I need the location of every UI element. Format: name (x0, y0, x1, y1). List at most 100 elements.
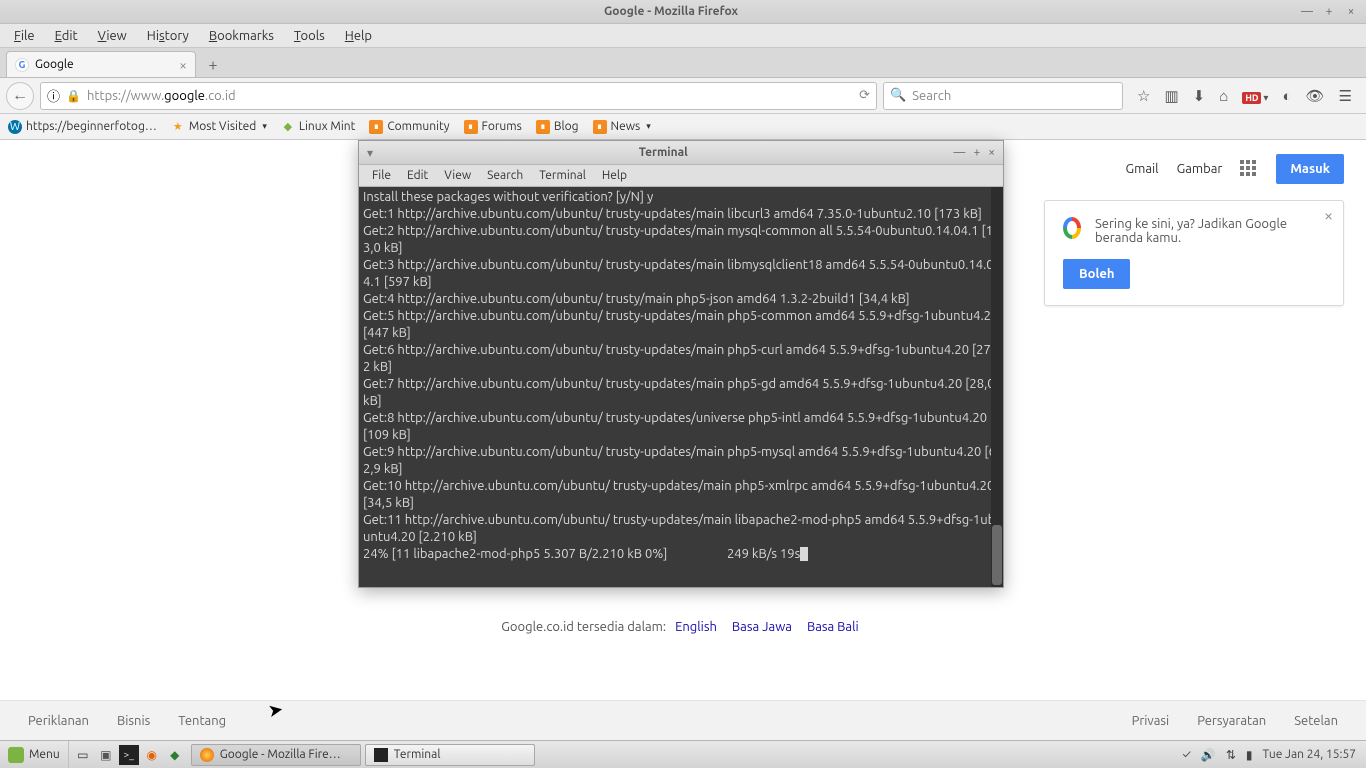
downloads-button[interactable]: ⬇ (1193, 87, 1206, 105)
menu-bookmarks[interactable]: Bookmarks (201, 27, 282, 45)
firefox-launcher-icon[interactable]: ◉ (142, 745, 162, 765)
start-menu-button[interactable]: Menu (0, 741, 69, 768)
pocket-button[interactable]: ◐ (1282, 87, 1291, 105)
extension-button[interactable]: 👁 (1306, 87, 1325, 105)
url-text: https://www.google.co.id (87, 89, 236, 103)
home-button[interactable]: ⌂ (1219, 87, 1228, 105)
terminal-launcher-icon[interactable]: >_ (119, 745, 139, 765)
footer-link[interactable]: Privasi (1132, 714, 1170, 728)
browser-tab-google[interactable]: G Google × (6, 51, 196, 77)
network-icon[interactable]: ⇅ (1226, 748, 1236, 762)
terminal-maximize-button[interactable]: + (973, 146, 980, 159)
menu-view[interactable]: View (90, 27, 135, 45)
terminal-close-button[interactable]: × (988, 146, 995, 159)
footer-link[interactable]: Periklanan (28, 714, 89, 728)
language-links: Google.co.id tersedia dalam: English Bas… (0, 620, 1366, 634)
gmail-link[interactable]: Gmail (1126, 162, 1159, 176)
tab-label: Google (35, 58, 173, 71)
search-bar[interactable]: 🔍 Search (883, 82, 1123, 110)
promo-close-button[interactable]: × (1324, 207, 1333, 225)
hd-badge-button[interactable]: HD▾ (1242, 87, 1268, 104)
clock[interactable]: Tue Jan 24, 15:57 (1263, 748, 1357, 761)
bookmark-item[interactable]: ∎ Forums (464, 120, 522, 134)
back-button[interactable]: ← (6, 82, 34, 110)
menu-tools[interactable]: Tools (286, 27, 333, 45)
menu-history[interactable]: History (139, 27, 197, 45)
terminal-scrollbar[interactable] (991, 187, 1003, 587)
new-tab-button[interactable]: + (200, 53, 226, 77)
url-bar[interactable]: ⓘ 🔒 https://www.google.co.id ⟳ (40, 82, 877, 110)
tab-close-button[interactable]: × (179, 57, 187, 73)
term-menu-help[interactable]: Help (595, 167, 634, 184)
bookmark-item[interactable]: Whttps://beginnerfotog… (8, 120, 157, 134)
terminal-icon (374, 748, 388, 762)
hamburger-menu-button[interactable]: ☰ (1339, 87, 1352, 105)
tray-indicator-icon[interactable]: ✓ (1182, 748, 1190, 761)
files-icon[interactable]: ▣ (96, 745, 116, 765)
bookmark-label: Most Visited (189, 120, 257, 133)
terminal-menu-caret-icon[interactable]: ▾ (359, 146, 381, 160)
taskbar-task-terminal[interactable]: Terminal (365, 744, 535, 766)
bookmark-label: Community (387, 120, 449, 133)
terminal-line: Install these packages without verificat… (363, 189, 999, 206)
footer-link[interactable]: Persyaratan (1197, 714, 1266, 728)
taskbar-task-firefox[interactable]: Google - Mozilla Fire… (191, 744, 361, 766)
menu-edit[interactable]: Edit (47, 27, 86, 45)
menu-help[interactable]: Help (337, 27, 380, 45)
bookmark-label: Linux Mint (299, 120, 355, 133)
bookmark-favicon-icon: W (8, 120, 22, 134)
bookmark-item[interactable]: ★Most Visited▾ (171, 120, 267, 134)
footer-link[interactable]: Bisnis (117, 714, 150, 728)
lang-link[interactable]: Basa Bali (807, 620, 859, 634)
lang-link[interactable]: Basa Jawa (732, 620, 792, 634)
bookmark-item[interactable]: ∎Community (369, 120, 449, 134)
show-desktop-icon[interactable]: ▭ (73, 745, 93, 765)
terminal-line: Get:7 http://archive.ubuntu.com/ubuntu/ … (363, 376, 999, 410)
sidebar-button[interactable]: ▥ (1164, 87, 1178, 105)
app-launcher-icon[interactable]: ◆ (165, 745, 185, 765)
reload-button[interactable]: ⟳ (859, 88, 870, 103)
identity-info-icon[interactable]: ⓘ (47, 86, 60, 105)
homepage-promo-card: × Sering ke sini, ya? Jadikan Google ber… (1044, 200, 1344, 306)
term-menu-terminal[interactable]: Terminal (532, 167, 593, 184)
images-link[interactable]: Gambar (1177, 162, 1223, 176)
bookmark-star-button[interactable]: ☆ (1137, 87, 1150, 105)
lock-icon: 🔒 (66, 89, 81, 103)
term-menu-file[interactable]: File (365, 167, 398, 184)
terminal-line: 24% [11 libapache2-mod-php5 5.307 B/2.21… (363, 546, 999, 563)
bookmark-favicon-icon: ∎ (593, 120, 607, 134)
terminal-window[interactable]: ▾ Terminal — + × File Edit View Search T… (358, 140, 1004, 588)
window-minimize-button[interactable]: — (1300, 5, 1314, 18)
bookmark-favicon-icon: ∎ (464, 120, 478, 134)
footer-link[interactable]: Setelan (1294, 714, 1338, 728)
footer-link[interactable]: Tentang (178, 714, 226, 728)
bookmark-item[interactable]: ∎News▾ (593, 120, 651, 134)
window-maximize-button[interactable]: + (1322, 5, 1336, 18)
bookmarks-toolbar: Whttps://beginnerfotog… ★Most Visited▾ ◆Li… (0, 114, 1366, 140)
signin-button[interactable]: Masuk (1276, 154, 1344, 184)
terminal-minimize-button[interactable]: — (953, 146, 965, 159)
volume-icon[interactable]: 🔊 (1201, 748, 1216, 762)
lang-link[interactable]: English (675, 620, 717, 634)
google-apps-icon[interactable] (1240, 160, 1258, 178)
term-menu-view[interactable]: View (437, 167, 478, 184)
battery-icon[interactable]: ▮ (1246, 748, 1253, 762)
task-label: Google - Mozilla Fire… (220, 748, 341, 761)
bookmark-label: Forums (482, 120, 522, 133)
terminal-title: Terminal (381, 146, 945, 159)
window-close-button[interactable]: × (1344, 5, 1358, 18)
google-favicon-icon: G (15, 58, 29, 72)
terminal-output[interactable]: Install these packages without verificat… (359, 187, 1003, 587)
bookmark-item[interactable]: ◆Linux Mint (281, 120, 355, 134)
start-menu-label: Menu (29, 748, 60, 761)
bookmark-item[interactable]: ∎Blog (536, 120, 579, 134)
google-header: Gmail Gambar Masuk (1104, 140, 1366, 198)
term-menu-edit[interactable]: Edit (400, 167, 435, 184)
bookmark-favicon-icon: ∎ (536, 120, 550, 134)
promo-accept-button[interactable]: Boleh (1063, 259, 1130, 289)
terminal-titlebar[interactable]: ▾ Terminal — + × (359, 141, 1003, 165)
mint-logo-icon (8, 747, 24, 763)
menu-file[interactable]: File (6, 27, 43, 45)
term-menu-search[interactable]: Search (480, 167, 530, 184)
scrollbar-thumb[interactable] (992, 525, 1002, 585)
